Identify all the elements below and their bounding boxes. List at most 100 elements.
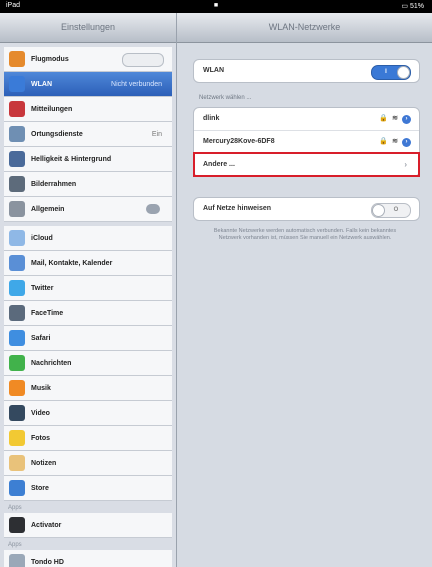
wifi-icon bbox=[9, 76, 25, 92]
photos-icon bbox=[9, 430, 25, 446]
ask-networks-card: Auf Netze hinweisen O bbox=[193, 197, 420, 221]
choose-network-label: Netzwerk wählen ... bbox=[199, 95, 252, 101]
wlan-card: WLAN I bbox=[193, 59, 420, 83]
mail-icon bbox=[9, 255, 25, 271]
gear-icon bbox=[9, 201, 25, 217]
network-row[interactable]: Mercury28Kove-6DF8 🔒 ≋ › bbox=[194, 130, 419, 153]
sidebar-item-ortungsdienste[interactable]: Ortungsdienste Ein bbox=[4, 122, 172, 147]
sidebar-item-tondo-hd[interactable]: Tondo HD bbox=[4, 550, 172, 567]
info-icon[interactable]: › bbox=[402, 114, 411, 124]
settings-sidebar: Einstellungen Flugmodus WLAN Nicht verbund… bbox=[0, 13, 177, 567]
sidebar-item-mitteilungen[interactable]: Mitteilungen bbox=[4, 97, 172, 122]
cloud-icon bbox=[9, 230, 25, 246]
sidebar-item-fotos[interactable]: Fotos bbox=[4, 426, 172, 451]
wifi-signal-icon: ≋ bbox=[392, 115, 398, 122]
sidebar-item-label: Video bbox=[31, 409, 50, 417]
status-center: ■ bbox=[213, 2, 219, 9]
sidebar-item-label: Fotos bbox=[31, 434, 51, 442]
lock-icon: 🔒 bbox=[379, 115, 389, 122]
sidebar-item-mail-kontakte-kalender[interactable]: Mail, Kontakte, Kalender bbox=[4, 251, 172, 276]
sidebar-item-safari[interactable]: Safari bbox=[4, 326, 172, 351]
sidebar-group-extra: Activator bbox=[4, 513, 172, 538]
status-bar: iPad ■ ▭ 51% bbox=[0, 0, 432, 13]
sidebar-item-twitter[interactable]: Twitter bbox=[4, 276, 172, 301]
sidebar-item-musik[interactable]: Musik bbox=[4, 376, 172, 401]
sidebar-item-value: Nicht verbunden bbox=[111, 80, 162, 88]
network-row[interactable]: dlink 🔒 ≋ › bbox=[194, 108, 419, 130]
sidebar-item-label: WLAN bbox=[31, 80, 52, 88]
info-icon[interactable]: › bbox=[402, 137, 411, 147]
sidebar-item-activator[interactable]: Activator bbox=[4, 513, 172, 538]
sidebar-item-label: Musik bbox=[31, 384, 51, 392]
sidebar-group-system: Flugmodus WLAN Nicht verbunden Mitteilungen… bbox=[4, 47, 172, 222]
sidebar-item-notizen[interactable]: Notizen bbox=[4, 451, 172, 476]
sidebar-item-label: Flugmodus bbox=[31, 55, 69, 63]
wifi-signal-icon: ≋ bbox=[392, 138, 398, 145]
sidebar-item-label: Activator bbox=[31, 521, 62, 529]
sidebar-item-flugmodus[interactable]: Flugmodus bbox=[4, 47, 172, 72]
wlan-detail-pane: WLAN-Netzwerke WLAN I Netzwerk wählen ..… bbox=[177, 13, 432, 567]
brightness-icon bbox=[9, 151, 25, 167]
video-icon bbox=[9, 405, 25, 421]
twitter-icon bbox=[9, 280, 25, 296]
sidebar-item-label: Notizen bbox=[31, 459, 57, 467]
sidebar-item-label: Mail, Kontakte, Kalender bbox=[31, 259, 113, 267]
wlan-label: WLAN bbox=[203, 67, 224, 74]
sidebar-item-label: Store bbox=[31, 484, 49, 492]
sidebar-item-label: Tondo HD bbox=[31, 558, 64, 566]
airplane-icon bbox=[9, 51, 25, 67]
sidebar-item-label: Mitteilungen bbox=[31, 105, 73, 113]
sidebar-item-label: Allgemein bbox=[31, 205, 65, 213]
safari-icon bbox=[9, 330, 25, 346]
other-network-label: Andere ... bbox=[203, 161, 235, 168]
notes-icon bbox=[9, 455, 25, 471]
tondo-icon bbox=[9, 554, 25, 567]
sidebar-item-store[interactable]: Store bbox=[4, 476, 172, 501]
wlan-toggle[interactable]: I bbox=[371, 65, 411, 80]
sidebar-item-bilderrahmen[interactable]: Bilderrahmen bbox=[4, 172, 172, 197]
music-icon bbox=[9, 380, 25, 396]
sidebar-item-allgemein[interactable]: Allgemein bbox=[4, 197, 172, 222]
sidebar-item-label: Nachrichten bbox=[31, 359, 72, 367]
other-network-row[interactable]: Andere ... › bbox=[193, 152, 420, 177]
update-badge bbox=[146, 204, 160, 214]
chevron-right-icon: › bbox=[404, 160, 407, 169]
sidebar-group-apps: iCloud Mail, Kontakte, Kalender Twitter Fac… bbox=[4, 226, 172, 501]
sidebar-title: Einstellungen bbox=[0, 13, 176, 43]
store-icon bbox=[9, 480, 25, 496]
wlan-row: WLAN I bbox=[194, 60, 419, 82]
section-label: Apps bbox=[8, 505, 22, 511]
facetime-icon bbox=[9, 305, 25, 321]
sidebar-item-nachrichten[interactable]: Nachrichten bbox=[4, 351, 172, 376]
sidebar-item-label: FaceTime bbox=[31, 309, 64, 317]
sidebar-group-more: Tondo HD bbox=[4, 550, 172, 567]
sidebar-item-label: Bilderrahmen bbox=[31, 180, 77, 188]
network-name: Mercury28Kove-6DF8 bbox=[203, 138, 275, 145]
sidebar-item-helligkeit-hintergrund[interactable]: Helligkeit & Hintergrund bbox=[4, 147, 172, 172]
detail-title: WLAN-Netzwerke bbox=[177, 13, 432, 43]
activator-icon bbox=[9, 517, 25, 533]
lock-icon: 🔒 bbox=[379, 138, 389, 145]
network-list: dlink 🔒 ≋ › Mercury28Kove-6DF8 🔒 ≋ › And… bbox=[193, 107, 420, 177]
sidebar-item-label: Twitter bbox=[31, 284, 54, 292]
section-label: Apps bbox=[8, 542, 22, 548]
airplane-mode-toggle[interactable] bbox=[122, 53, 164, 67]
sidebar-item-value: Ein bbox=[151, 130, 162, 138]
sidebar-item-wlan[interactable]: WLAN Nicht verbunden bbox=[4, 72, 172, 97]
ask-networks-toggle[interactable]: O bbox=[371, 203, 411, 218]
sidebar-item-facetime[interactable]: FaceTime bbox=[4, 301, 172, 326]
battery-indicator: ▭ 51% bbox=[401, 3, 424, 10]
sidebar-item-label: Safari bbox=[31, 334, 51, 342]
sidebar-item-icloud[interactable]: iCloud bbox=[4, 226, 172, 251]
ask-networks-label: Auf Netze hinweisen bbox=[203, 205, 272, 212]
sidebar-item-video[interactable]: Video bbox=[4, 401, 172, 426]
picture-frame-icon bbox=[9, 176, 25, 192]
sidebar-item-label: Ortungsdienste bbox=[31, 130, 83, 138]
sidebar-item-label: iCloud bbox=[31, 234, 53, 242]
sidebar-item-label: Helligkeit & Hintergrund bbox=[31, 155, 112, 163]
ask-networks-row: Auf Netze hinweisen O bbox=[194, 198, 419, 220]
messages-icon bbox=[9, 355, 25, 371]
notifications-icon bbox=[9, 101, 25, 117]
wlan-info-note: Bekannte Netzwerke werden automatisch ve… bbox=[213, 228, 397, 241]
location-icon bbox=[9, 126, 25, 142]
